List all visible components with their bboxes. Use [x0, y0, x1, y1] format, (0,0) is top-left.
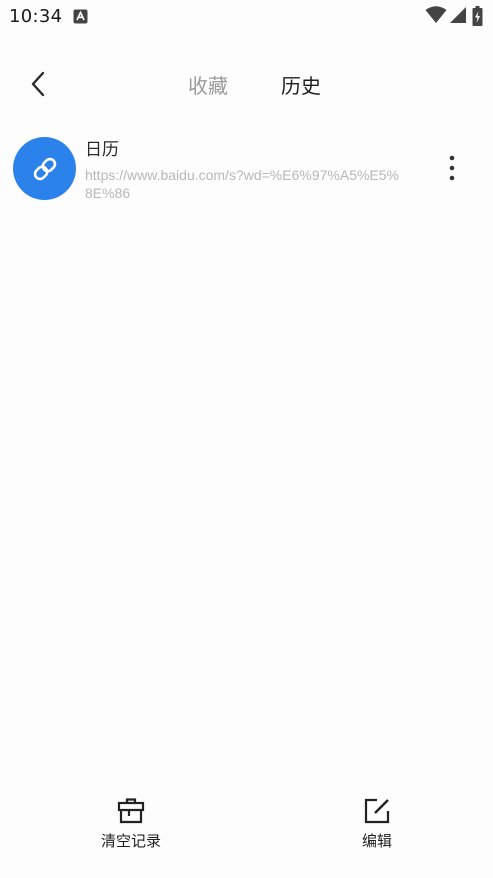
link-icon	[13, 137, 76, 200]
clear-history-button[interactable]: 清空记录	[96, 798, 166, 851]
list-item[interactable]: 日历 https://www.baidu.com/s?wd=%E6%97%A5%…	[0, 128, 493, 210]
battery-charging-icon	[472, 6, 483, 26]
clear-history-label: 清空记录	[100, 832, 161, 850]
tab-favorites[interactable]: 收藏	[188, 70, 228, 99]
a-letter-icon	[73, 9, 88, 24]
chevron-left-icon	[31, 71, 45, 97]
tab-history[interactable]: 历史	[281, 70, 321, 99]
history-list: 日历 https://www.baidu.com/s?wd=%E6%97%A5%…	[0, 128, 493, 210]
edit-button[interactable]: 编辑	[350, 798, 404, 851]
more-vertical-icon	[449, 155, 455, 181]
status-bar: 10:34	[0, 0, 493, 34]
back-button[interactable]	[20, 64, 56, 104]
wifi-icon	[425, 6, 447, 23]
edit-label: 编辑	[361, 832, 392, 850]
status-time: 10:34	[9, 6, 63, 27]
item-title: 日历	[85, 140, 119, 160]
bottom-bar: 清空记录 编辑	[0, 792, 493, 864]
more-button[interactable]	[434, 150, 470, 186]
item-url: https://www.baidu.com/s?wd=%E6%97%A5%E5%…	[85, 167, 399, 201]
edit-icon	[364, 798, 390, 824]
header: 收藏 历史	[0, 52, 493, 118]
history-screen: 10:34 收藏 历史 日历 https://www.baidu.com/s?w…	[0, 0, 493, 878]
signal-icon	[450, 7, 466, 23]
trash-icon	[117, 798, 145, 824]
